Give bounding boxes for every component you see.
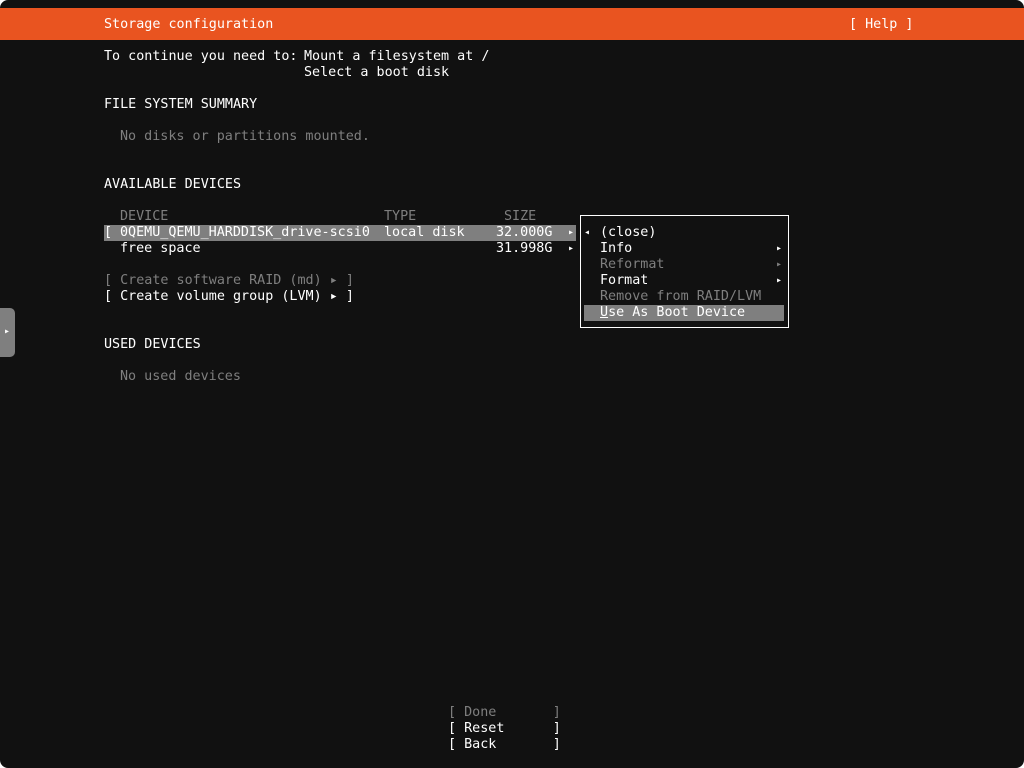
- requirement-boot-disk: Select a boot disk: [304, 65, 450, 80]
- menu-item-use-as-boot-device[interactable]: Use As Boot Device: [600, 305, 745, 321]
- free-space-size: 31.998G: [496, 241, 553, 256]
- page-title: Storage configuration: [104, 17, 274, 32]
- reset-button[interactable]: [ Reset ]: [448, 721, 561, 737]
- used-devices-heading: USED DEVICES: [104, 337, 201, 352]
- device-name: 0QEMU_QEMU_HARDDISK_drive-scsi0: [120, 225, 370, 240]
- fs-summary-empty: No disks or partitions mounted.: [120, 129, 370, 144]
- available-devices-heading: AVAILABLE DEVICES: [104, 177, 242, 192]
- close-arrow-icon: ◂: [584, 227, 591, 238]
- boot-device-hotkey: U: [600, 305, 609, 320]
- create-raid-button[interactable]: [ Create software RAID (md) ▸ ]: [104, 273, 354, 289]
- used-devices-empty: No used devices: [120, 369, 241, 384]
- column-header-type: TYPE: [384, 209, 417, 224]
- reformat-submenu-arrow-icon: ▸: [776, 259, 783, 270]
- menu-item-info[interactable]: Info: [600, 241, 632, 257]
- row-expand-arrow-icon[interactable]: ▸: [568, 225, 574, 241]
- menu-item-remove-from-raid-lvm[interactable]: Remove from RAID/LVM: [600, 289, 761, 305]
- free-space-arrow-icon[interactable]: ▸: [568, 241, 574, 257]
- menu-item-close[interactable]: (close): [600, 225, 656, 241]
- device-size: 32.000G: [496, 225, 553, 240]
- menu-item-format[interactable]: Format: [600, 273, 648, 289]
- requirement-mount-root: Mount a filesystem at /: [304, 49, 490, 64]
- boot-device-label: se As Boot Device: [608, 305, 746, 320]
- menu-item-reformat[interactable]: Reformat: [600, 257, 665, 273]
- installer-screen: Storage configuration [ Help ] To contin…: [0, 0, 1024, 768]
- row-bracket: [: [104, 225, 113, 240]
- column-header-size: SIZE: [504, 209, 537, 224]
- requirements-prefix: To continue you need to:: [104, 49, 298, 64]
- back-button[interactable]: [ Back ]: [448, 737, 561, 753]
- side-panel-tab[interactable]: ▸: [0, 308, 15, 357]
- format-submenu-arrow-icon: ▸: [776, 275, 783, 286]
- free-space-label[interactable]: free space: [120, 241, 201, 257]
- arrow-right-icon: ▸: [4, 326, 11, 337]
- done-button[interactable]: [ Done ]: [448, 705, 561, 721]
- create-lvm-button[interactable]: [ Create volume group (LVM) ▸ ]: [104, 289, 354, 305]
- fs-summary-heading: FILE SYSTEM SUMMARY: [104, 97, 258, 112]
- info-submenu-arrow-icon: ▸: [776, 243, 783, 254]
- device-type: local disk: [384, 225, 465, 240]
- column-header-device: DEVICE: [120, 209, 169, 224]
- help-button[interactable]: [ Help ]: [849, 17, 914, 33]
